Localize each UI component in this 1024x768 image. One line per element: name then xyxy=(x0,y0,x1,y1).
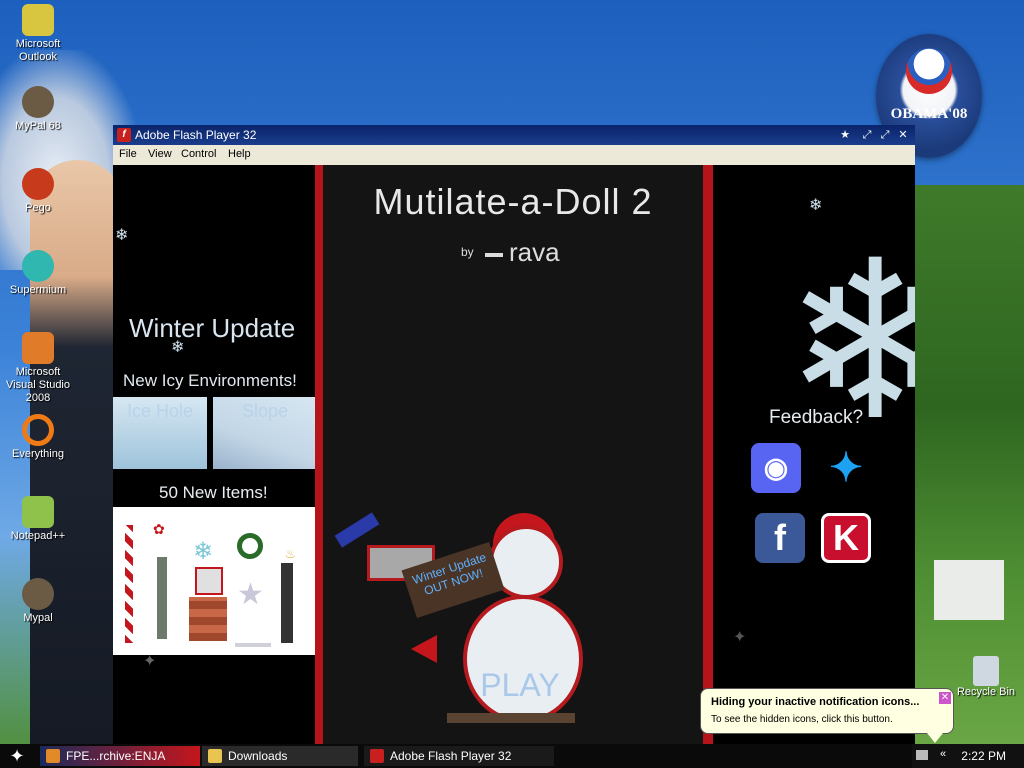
menu-view[interactable]: View xyxy=(148,148,172,160)
snowflake-icon: ❄ xyxy=(809,197,823,214)
flash-app-icon xyxy=(370,749,384,763)
new-items-preview: ✿ ❄ ★ ♨ xyxy=(113,507,317,655)
flash-player-window: f Adobe Flash Player 32 ★ ⤢ ⤢ ✕ File Vie… xyxy=(113,125,915,745)
badge-text: OBAMA'08 xyxy=(890,106,968,122)
right-feedback-panel: ❄ ❄ Feedback? ◉ ✦ f K ✦ xyxy=(713,165,915,745)
desktop-icon-outlook[interactable]: Microsoft Outlook xyxy=(0,4,76,64)
start-button[interactable]: ✦ xyxy=(6,746,28,766)
nutcracker-item xyxy=(281,563,293,643)
taskbar-item-fpe-archive[interactable]: FPE...rchive:ENJA xyxy=(40,746,200,766)
menu-help[interactable]: Help xyxy=(228,148,251,160)
desktop-icon-mypal[interactable]: Mypal xyxy=(0,578,76,625)
wallpaper-house xyxy=(934,560,1004,620)
left-info-panel: ❄ ❄ Winter Update New Icy Environments! … xyxy=(113,165,317,745)
candle-icon: ♨ xyxy=(285,547,296,561)
window-titlebar[interactable]: f Adobe Flash Player 32 ★ ⤢ ⤢ ✕ xyxy=(113,125,915,145)
candle-arch-item xyxy=(235,615,271,647)
close-icon[interactable]: ✕ xyxy=(939,692,951,704)
arrow-left-icon xyxy=(411,635,437,663)
taskbar-item-downloads[interactable]: Downloads xyxy=(202,746,358,766)
keyboard-icon[interactable] xyxy=(916,750,928,760)
outlook-icon xyxy=(22,4,54,36)
desktop-icon-everything[interactable]: Everything xyxy=(0,414,76,461)
winter-update-heading: Winter Update xyxy=(129,313,296,343)
game-by-label: by xyxy=(461,245,474,259)
game-author: rava xyxy=(509,237,560,267)
chimney-item xyxy=(189,597,227,641)
maximize-icon[interactable]: ⤢ xyxy=(877,127,893,143)
search-ring-icon xyxy=(22,414,54,446)
notification-title: Hiding your inactive notification icons.… xyxy=(711,696,920,708)
raccoon-icon xyxy=(22,578,54,610)
raccoon-icon xyxy=(22,86,54,118)
desktop-icon-recycle-bin[interactable]: Recycle Bin xyxy=(948,656,1024,698)
clock[interactable]: 2:22 PM xyxy=(961,749,1006,763)
large-snowflake-icon: ❄ xyxy=(783,218,915,464)
game-title: Mutilate-a-Doll 2 xyxy=(373,181,653,222)
notification-message: To see the hidden icons, click this butt… xyxy=(711,714,893,725)
environment-ice-hole[interactable]: Ice Hole xyxy=(113,397,207,469)
menu-bar: File View Control Help xyxy=(113,145,915,165)
desktop-icon-notepadpp[interactable]: Notepad++ xyxy=(0,496,76,543)
feedback-heading: Feedback? xyxy=(769,407,864,428)
desktop-icon-supermium[interactable]: Supermium xyxy=(0,250,76,297)
discord-icon[interactable]: ◉ xyxy=(751,443,801,493)
desktop-icon-mypal68[interactable]: MyPal 68 xyxy=(0,86,76,133)
game-stage[interactable]: ❄ ❄ Winter Update New Icy Environments! … xyxy=(113,165,915,745)
author-logo-dash xyxy=(485,253,503,257)
supermium-icon xyxy=(22,250,54,282)
bottle-item xyxy=(157,557,167,639)
desktop-icon-pego[interactable]: Pego xyxy=(0,168,76,215)
menu-control[interactable]: Control xyxy=(181,148,216,160)
notification-balloon[interactable]: Hiding your inactive notification icons.… xyxy=(700,688,954,743)
browser-icon xyxy=(46,749,60,763)
balloon-tail xyxy=(927,733,943,743)
star-icon: ★ xyxy=(237,578,264,611)
gift-icon xyxy=(195,567,223,595)
icy-environments-heading: New Icy Environments! xyxy=(123,371,297,390)
ragdoll-arm xyxy=(334,512,380,548)
show-hidden-icons-icon[interactable]: « xyxy=(940,748,946,760)
visual-studio-icon xyxy=(22,332,54,364)
close-icon[interactable]: ✕ xyxy=(895,127,911,143)
bench-base xyxy=(447,713,575,723)
taskbar: ✦ FPE...rchive:ENJA Downloads Adobe Flas… xyxy=(0,744,1024,768)
mistletoe-icon: ✿ xyxy=(153,521,165,537)
star-icon[interactable]: ★ xyxy=(837,127,853,143)
play-button[interactable]: PLAY xyxy=(465,667,575,704)
snowflake-icon: ✦ xyxy=(143,653,157,670)
wreath-icon xyxy=(237,533,263,559)
snowflake-icon: ❄ xyxy=(193,538,214,565)
restore-icon[interactable]: ⤢ xyxy=(859,127,875,143)
environment-slope[interactable]: Slope xyxy=(213,397,317,469)
snowflake-icon: ❄ xyxy=(115,227,129,244)
campaign-logo-icon xyxy=(906,48,952,94)
recycle-bin-icon xyxy=(973,656,999,686)
taskbar-item-flash-player[interactable]: Adobe Flash Player 32 xyxy=(364,746,554,766)
folder-icon xyxy=(208,749,222,763)
candy-cane-item xyxy=(125,525,133,643)
system-tray: « 2:22 PM xyxy=(912,744,1024,768)
notepad-icon xyxy=(22,496,54,528)
window-title: Adobe Flash Player 32 xyxy=(135,128,257,142)
new-items-heading: 50 New Items! xyxy=(159,483,268,502)
snowflake-icon: ✦ xyxy=(733,629,747,646)
desktop-icon-visual-studio[interactable]: Microsoft Visual Studio 2008 xyxy=(0,332,76,405)
game-center-panel: Mutilate-a-Doll 2 by rava Winter Update … xyxy=(315,165,713,745)
facebook-icon[interactable]: f xyxy=(755,513,805,563)
twitter-icon[interactable]: ✦ xyxy=(821,443,871,493)
menu-file[interactable]: File xyxy=(119,148,137,160)
pego-icon xyxy=(22,168,54,200)
flash-app-icon: f xyxy=(117,128,131,142)
kongregate-icon[interactable]: K xyxy=(821,513,871,563)
